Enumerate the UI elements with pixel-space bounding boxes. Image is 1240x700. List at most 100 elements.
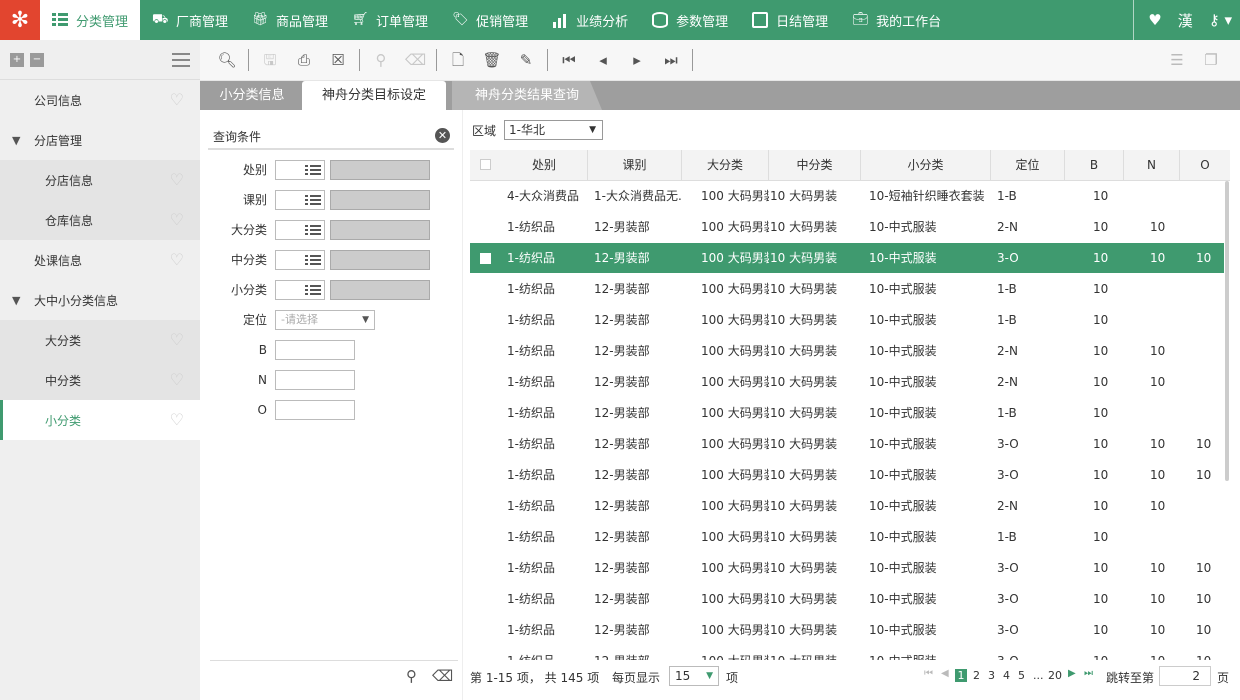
- tab-result-query[interactable]: 神舟分类结果查询: [452, 81, 602, 110]
- sidebar-item-company-info[interactable]: 公司信息 ♡: [0, 80, 200, 120]
- search-icon[interactable]: ⚲: [406, 667, 417, 685]
- nav-my-workbench[interactable]: 💼︎ 我的工作台: [840, 0, 953, 40]
- nav-order-management[interactable]: 🛒︎ 订单管理: [340, 0, 440, 40]
- sidebar-item-section-info[interactable]: 处课信息 ♡: [0, 240, 200, 280]
- heart-outline-icon[interactable]: ♡: [170, 372, 184, 388]
- heart-icon[interactable]: ♥: [1134, 11, 1169, 29]
- close-icon[interactable]: ✕: [435, 128, 450, 143]
- trash-icon[interactable]: 🗑︎: [482, 50, 502, 70]
- o-input[interactable]: [275, 400, 355, 420]
- collapse-all-icon[interactable]: −: [30, 52, 44, 67]
- sidebar-item-major-category[interactable]: 大分类 ♡: [0, 320, 200, 360]
- sidebar-item-branch-info[interactable]: 分店信息 ♡: [0, 160, 200, 200]
- b-input[interactable]: [275, 340, 355, 360]
- save-icon[interactable]: 🖫: [260, 50, 280, 70]
- table-row[interactable]: 1-纺织品 12-男装部 100 大码男装 10 大码男装 10-中式服装 2-N 10 10: [470, 491, 1224, 522]
- column-header-o[interactable]: O: [1180, 150, 1230, 181]
- nav-promotion-management[interactable]: 🏷︎ 促销管理: [440, 0, 540, 40]
- page-size-select[interactable]: 15 ▼: [669, 666, 719, 686]
- last-page-icon[interactable]: ⏭︎: [661, 50, 681, 70]
- advanced-search-icon[interactable]: 🔍︎: [217, 50, 237, 70]
- table-row[interactable]: 1-纺织品 12-男装部 100 大码男装 10 大码男装 10-中式服装 2-N 10 10: [470, 367, 1224, 398]
- heart-outline-icon[interactable]: ♡: [170, 252, 184, 268]
- table-row[interactable]: 1-纺织品 12-男装部 100 大码男装10 大码男装 10-中式服装 3-O 10 10…: [470, 553, 1224, 584]
- last-page-icon[interactable]: ⏭: [1084, 668, 1093, 679]
- export-excel-icon[interactable]: ☒: [328, 50, 348, 70]
- sidebar-item-minor-category[interactable]: 小分类 ♡: [0, 400, 200, 440]
- page-number[interactable]: 3: [988, 669, 995, 682]
- edit-icon[interactable]: ✎: [516, 50, 536, 70]
- heart-outline-icon[interactable]: ♡: [170, 332, 184, 348]
- page-number[interactable]: 1: [955, 669, 967, 682]
- table-row[interactable]: 1-纺织品 12-男装部 100 大码男装 10 大码男装 10-中式服装 2-N 10 10: [470, 336, 1224, 367]
- table-row[interactable]: 1-纺织品 12-男装部 100 大码男装 10 大码男装 10-中式服装 1-B 10: [470, 274, 1224, 305]
- column-header-major-category[interactable]: 大分类: [682, 150, 769, 181]
- window-icon[interactable]: ❐: [1201, 50, 1221, 70]
- nav-performance-analysis[interactable]: 业绩分析: [540, 0, 640, 40]
- middle-category-picker[interactable]: [275, 250, 325, 270]
- major-category-picker[interactable]: [275, 220, 325, 240]
- eraser-icon[interactable]: ⌫: [432, 667, 453, 685]
- search-icon[interactable]: ⚲: [371, 50, 391, 70]
- section-picker[interactable]: [275, 190, 325, 210]
- column-header-middle-category[interactable]: 中分类: [769, 150, 861, 181]
- sidebar-group-branch-management[interactable]: ▼ 分店管理: [0, 120, 200, 160]
- clear-icon[interactable]: ⌫: [405, 50, 426, 70]
- nav-parameter-management[interactable]: 参数管理: [640, 0, 740, 40]
- column-header-b[interactable]: B: [1065, 150, 1124, 181]
- page-number[interactable]: 4: [1003, 669, 1010, 682]
- prev-page-icon[interactable]: ◂: [593, 50, 613, 70]
- column-header-division[interactable]: 处别: [501, 150, 588, 181]
- next-page-icon[interactable]: ▸: [627, 50, 647, 70]
- page-number[interactable]: 20: [1048, 669, 1062, 682]
- column-header-minor-category[interactable]: 小分类: [861, 150, 991, 181]
- nav-category-management[interactable]: 分类管理: [40, 0, 141, 40]
- table-row[interactable]: 1-纺织品 12-男装部 100 大码男装10 大码男装 10-中式服装 3-O 10 10…: [470, 460, 1224, 491]
- key-icon[interactable]: ⚷ ▾: [1201, 11, 1240, 29]
- next-page-icon[interactable]: ▶: [1068, 668, 1076, 679]
- n-input[interactable]: [275, 370, 355, 390]
- first-page-icon[interactable]: ⏮︎: [559, 50, 579, 70]
- list-view-icon[interactable]: ☰: [1167, 50, 1187, 70]
- select-all-checkbox[interactable]: [480, 159, 491, 170]
- menu-icon[interactable]: [172, 53, 190, 67]
- table-row[interactable]: 1-纺织品 12-男装部 100 大码男装10 大码男装 10-中式服装 3-O 10 10…: [470, 584, 1224, 615]
- table-row[interactable]: 1-纺织品 12-男装部 100 大码男装10 大码男装 10-中式服装 3-O 10 10…: [470, 646, 1224, 660]
- jump-page-input[interactable]: 2: [1159, 666, 1211, 686]
- table-row[interactable]: 1-纺织品 12-男装部 100 大码男装 10 大码男装 10-中式服装 1-B 10: [470, 522, 1224, 553]
- table-row[interactable]: 1-纺织品 12-男装部 100 大码男装10 大码男装 10-中式服装 3-O 10 10…: [470, 615, 1224, 646]
- column-header-position[interactable]: 定位: [991, 150, 1065, 181]
- table-row[interactable]: 1-纺织品 12-男装部 100 大码男装 10 大码男装 10-中式服装 2-N 10 10: [470, 212, 1224, 243]
- position-select[interactable]: -请选择 ▼: [275, 310, 375, 330]
- table-row[interactable]: 1-纺织品 12-男装部 100 大码男装10 大码男装 10-中式服装 3-O 10 10…: [470, 243, 1224, 274]
- print-icon[interactable]: ⎙: [294, 50, 314, 70]
- column-header-section[interactable]: 课别: [588, 150, 682, 181]
- add-file-icon[interactable]: 🗋: [448, 50, 468, 70]
- sidebar-item-middle-category[interactable]: 中分类 ♡: [0, 360, 200, 400]
- table-row[interactable]: 1-纺织品 12-男装部 100 大码男装10 大码男装 10-中式服装 3-O 10 10…: [470, 429, 1224, 460]
- language-toggle[interactable]: 漢: [1170, 10, 1201, 31]
- sidebar-item-warehouse-info[interactable]: 仓库信息 ♡: [0, 200, 200, 240]
- grid-scrollbar[interactable]: [1225, 181, 1229, 481]
- nav-product-management[interactable]: 🎁︎ 商品管理: [240, 0, 340, 40]
- tab-target-setting[interactable]: 神舟分类目标设定: [302, 81, 446, 110]
- prev-page-icon[interactable]: ◀: [941, 668, 949, 679]
- table-row[interactable]: 1-纺织品 12-男装部 100 大码男装 10 大码男装 10-中式服装 1-B 10: [470, 305, 1224, 336]
- division-picker[interactable]: [275, 160, 325, 180]
- first-page-icon[interactable]: ⏮: [924, 668, 933, 679]
- heart-outline-icon[interactable]: ♡: [170, 172, 184, 188]
- minor-category-picker[interactable]: [275, 280, 325, 300]
- heart-outline-icon[interactable]: ♡: [170, 92, 184, 108]
- sidebar-group-category-info[interactable]: ▼ 大中小分类信息: [0, 280, 200, 320]
- heart-outline-icon[interactable]: ♡: [170, 412, 184, 428]
- table-row[interactable]: 4-大众消费品 1-大众消费品无... 100 大码男装 10 大码男装 10-短袖针织…: [470, 181, 1224, 212]
- table-row[interactable]: 1-纺织品 12-男装部 100 大码男装 10 大码男装 10-中式服装 1-B 10: [470, 398, 1224, 429]
- expand-all-icon[interactable]: +: [10, 52, 24, 67]
- nav-vendor-management[interactable]: ⛟ 厂商管理: [140, 0, 240, 40]
- row-checkbox[interactable]: [480, 253, 491, 264]
- nav-daily-close-management[interactable]: 日结管理: [740, 0, 840, 40]
- app-logo[interactable]: ✻: [0, 0, 40, 40]
- tab-minor-category-info[interactable]: 小分类信息: [206, 81, 298, 110]
- heart-outline-icon[interactable]: ♡: [170, 212, 184, 228]
- column-header-n[interactable]: N: [1124, 150, 1180, 181]
